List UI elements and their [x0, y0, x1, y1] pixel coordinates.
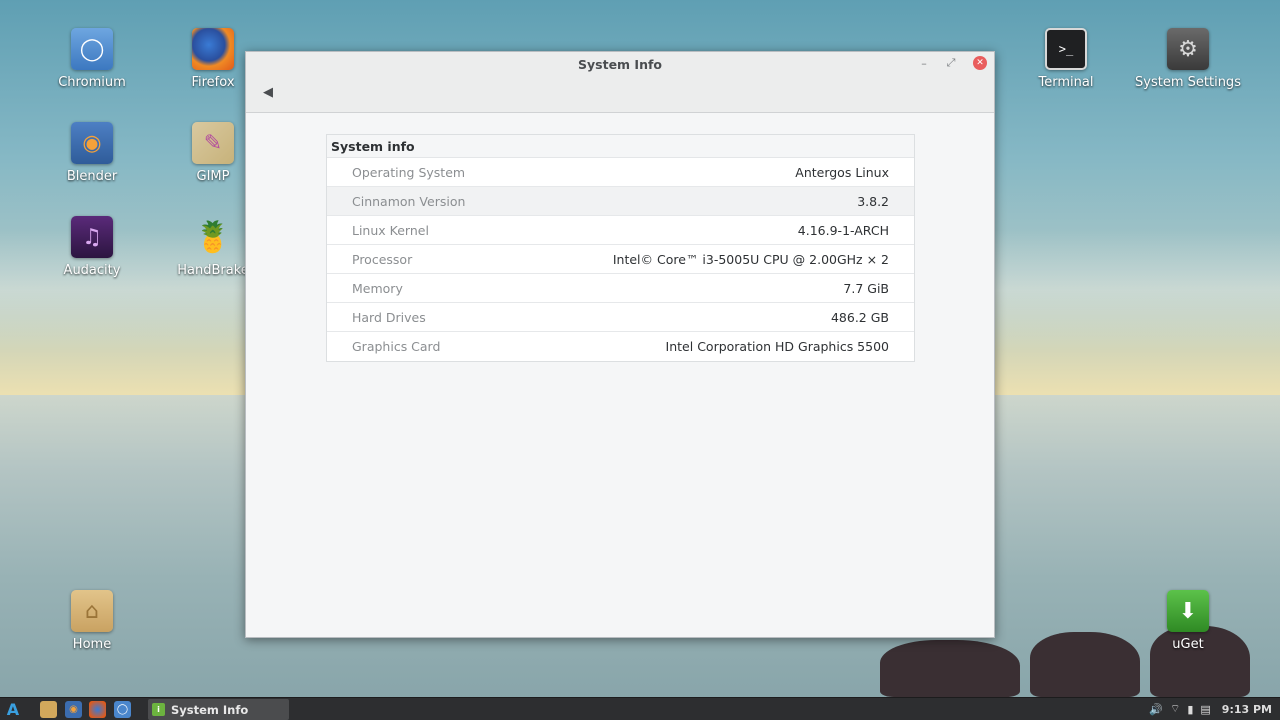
desktop-icon-home[interactable]: ⌂ Home	[37, 590, 147, 652]
desktop-icon-label: Chromium	[58, 75, 126, 90]
desktop-icon-label: GIMP	[196, 169, 230, 184]
info-value: 3.8.2	[857, 193, 889, 209]
gear-icon: ⚙	[1167, 28, 1209, 70]
gimp-icon: ✎	[192, 122, 234, 164]
info-value: 486.2 GB	[830, 309, 889, 325]
wallpaper-rock	[1030, 632, 1140, 697]
system-info-window: System Info – ⤢ ✕ ◀ System info Operatin…	[245, 51, 995, 638]
close-button[interactable]: ✕	[973, 56, 987, 70]
info-value: Intel Corporation HD Graphics 5500	[665, 339, 889, 354]
window-title: System Info	[578, 57, 662, 72]
panel-heading: System info	[327, 135, 914, 158]
taskbar-window-button[interactable]: i System Info	[148, 699, 289, 720]
menu-button[interactable]: A	[2, 699, 24, 720]
terminal-icon: >_	[1045, 28, 1087, 70]
info-key: Processor	[352, 251, 413, 267]
desktop-icon-audacity[interactable]: ♫ Audacity	[37, 216, 147, 278]
desktop-icon-uget[interactable]: ⬇ uGet	[1133, 590, 1243, 652]
info-value: 7.7 GiB	[843, 280, 889, 296]
blender-icon: ◉	[71, 122, 113, 164]
info-key: Cinnamon Version	[352, 193, 466, 209]
wallpaper-rock	[880, 640, 1020, 697]
desktop-icon-label: System Settings	[1135, 75, 1241, 90]
taskbar: A ◉ ◯ i System Info 🔊 ⌔ ▮ ▤ 9:13 PM	[0, 697, 1280, 720]
info-value: Antergos Linux	[795, 164, 889, 180]
desktop-icon-label: Audacity	[63, 263, 121, 278]
folder-home-icon: ⌂	[71, 590, 113, 632]
info-row-hard-drives: Hard Drives 486.2 GB	[327, 303, 914, 332]
chromium-icon: ◯	[116, 704, 129, 715]
volume-icon[interactable]: 🔊	[1149, 703, 1163, 716]
info-row-linux-kernel: Linux Kernel 4.16.9-1-ARCH	[327, 216, 914, 245]
firefox-icon	[192, 28, 234, 70]
desktop-icon-label: HandBrake	[177, 263, 249, 278]
system-info-panel: System info Operating System Antergos Li…	[326, 134, 915, 362]
wifi-icon[interactable]: ⌔	[1170, 702, 1180, 716]
info-key: Hard Drives	[352, 309, 426, 325]
info-key: Graphics Card	[352, 339, 441, 354]
info-value: 4.16.9-1-ARCH	[797, 222, 889, 238]
info-row-processor: Processor Intel© Core™ i3-5005U CPU @ 2.…	[327, 245, 914, 274]
clock[interactable]: 9:13 PM	[1222, 703, 1272, 716]
audacity-icon: ♫	[71, 216, 113, 258]
launcher-blender[interactable]: ◉	[65, 701, 82, 718]
info-value: Intel© Core™ i3-5005U CPU @ 2.00GHz × 2	[612, 251, 889, 267]
launcher-files[interactable]	[40, 701, 57, 718]
handbrake-icon: 🍍	[194, 219, 232, 255]
desktop-icon-terminal[interactable]: >_ Terminal	[1011, 28, 1121, 90]
minimize-button[interactable]: –	[917, 56, 931, 70]
info-key: Operating System	[352, 164, 466, 180]
desktop-icon-label: Home	[72, 637, 112, 652]
desktop-icon-label: Blender	[66, 169, 118, 184]
desktop-icon-label: Firefox	[191, 75, 235, 90]
launcher-firefox[interactable]	[89, 701, 106, 718]
blender-icon: ◉	[69, 704, 78, 715]
system-tray: 🔊 ⌔ ▮ ▤ 9:13 PM	[1149, 698, 1272, 720]
info-icon: i	[152, 703, 165, 716]
notifications-icon[interactable]: ▤	[1200, 703, 1210, 716]
info-row-memory: Memory 7.7 GiB	[327, 274, 914, 303]
back-button[interactable]: ◀	[260, 84, 276, 100]
chromium-icon: ◯	[71, 28, 113, 70]
download-icon: ⬇	[1167, 590, 1209, 632]
desktop-icon-label: Terminal	[1038, 75, 1094, 90]
desktop-icon-label: uGet	[1172, 637, 1204, 652]
window-titlebar[interactable]: System Info – ⤢ ✕ ◀	[246, 52, 994, 113]
info-key: Memory	[352, 280, 403, 296]
antergos-logo-icon: A	[6, 700, 20, 719]
launcher-chromium[interactable]: ◯	[114, 701, 131, 718]
desktop-icon-blender[interactable]: ◉ Blender	[37, 122, 147, 184]
battery-icon[interactable]: ▮	[1187, 703, 1193, 716]
info-row-operating-system: Operating System Antergos Linux	[327, 158, 914, 187]
desktop-icon-system-settings[interactable]: ⚙ System Settings	[1133, 28, 1243, 90]
desktop-icon-chromium[interactable]: ◯ Chromium	[37, 28, 147, 90]
maximize-button[interactable]: ⤢	[944, 56, 958, 70]
arrow-left-icon: ◀	[263, 84, 273, 100]
info-key: Linux Kernel	[352, 222, 429, 238]
info-row-graphics-card: Graphics Card Intel Corporation HD Graph…	[327, 332, 914, 361]
taskbar-window-label: System Info	[171, 702, 249, 717]
info-row-cinnamon-version: Cinnamon Version 3.8.2	[327, 187, 914, 216]
